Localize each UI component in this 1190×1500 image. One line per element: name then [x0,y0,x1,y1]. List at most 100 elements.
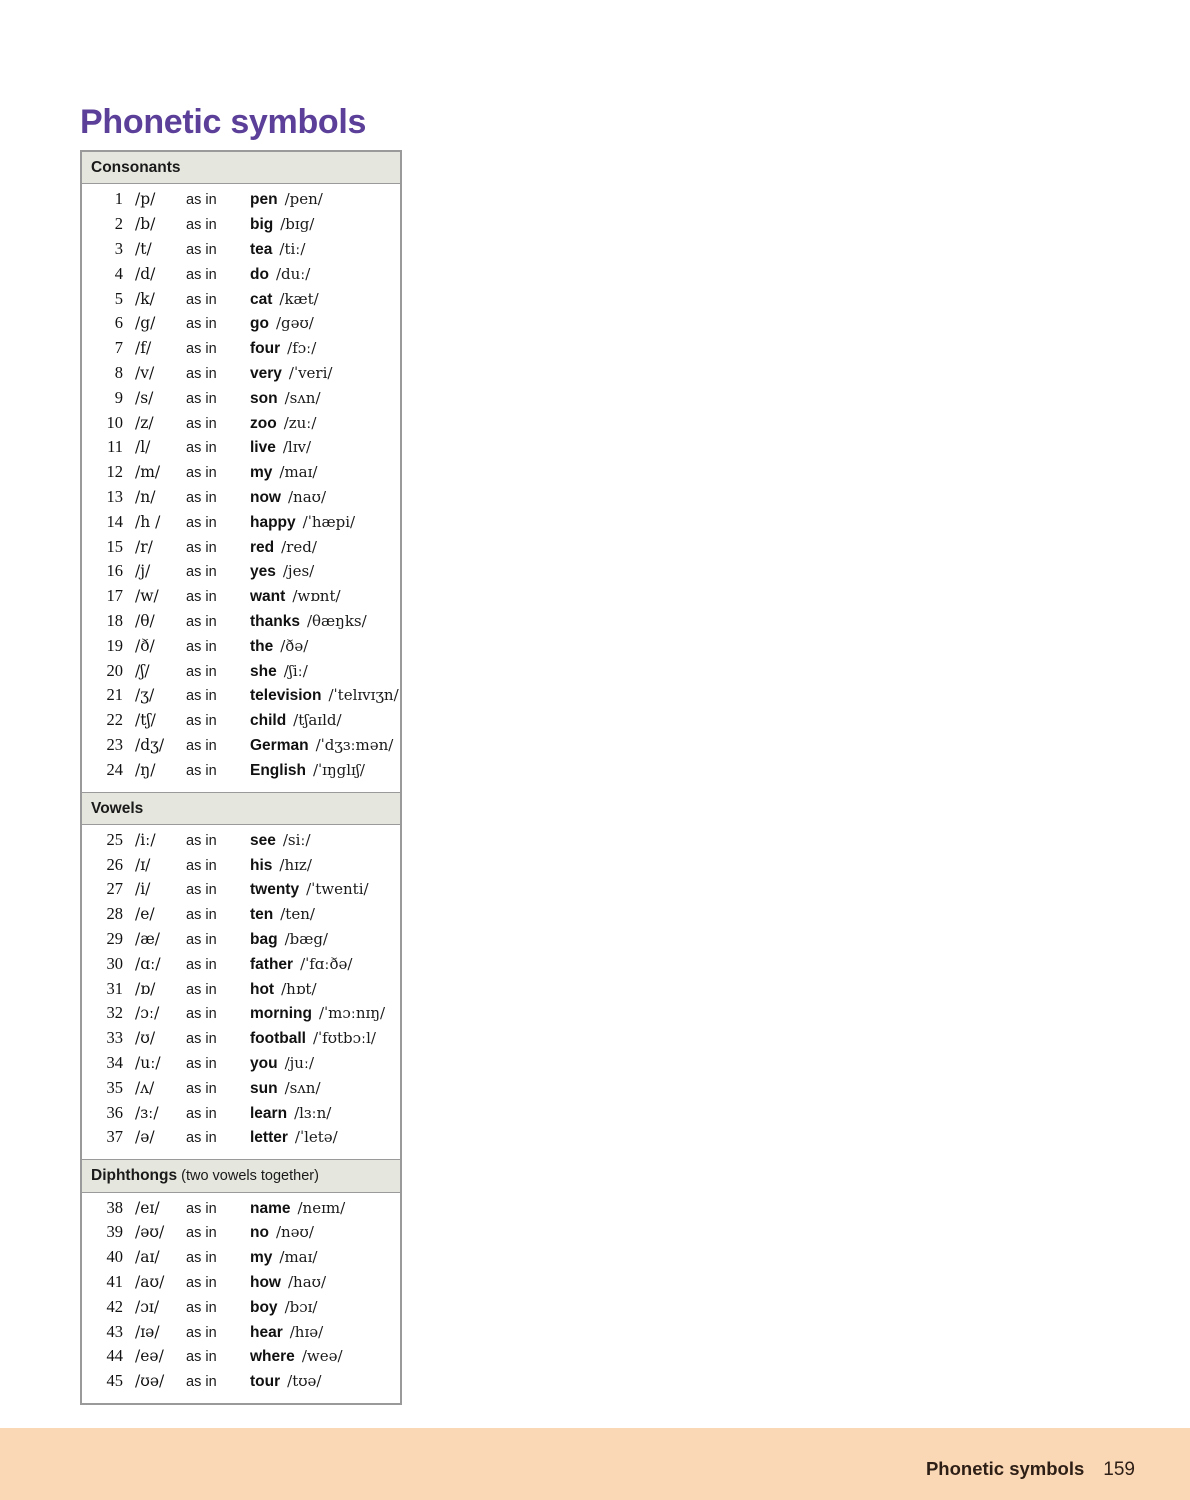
row-as-in: as in [186,564,217,581]
row-word: his [250,856,273,874]
row-symbol: /v/ [135,363,155,382]
table-row: 24/ŋ/as in English/ˈɪŋglɪʃ/ [82,760,400,785]
row-number: 22 [106,710,124,730]
row-as-in: as in [186,832,217,849]
row-word: name [250,1199,291,1217]
row-word: boy [250,1298,278,1316]
row-word: hot [250,980,275,998]
row-ipa: /pen/ [284,190,323,209]
row-ipa: /ʃiː/ [283,661,308,680]
row-number: 42 [106,1296,124,1316]
row-ipa: /fɔː/ [287,339,317,358]
row-as-in: as in [186,613,217,630]
row-ipa: /haʊ/ [288,1273,327,1291]
table-row: 25/iː/as in see/siː/ [82,830,400,855]
row-as-in: as in [186,489,217,506]
row-word: learn [250,1104,288,1122]
row-symbol: /f/ [135,339,152,358]
table-row: 20/ʃ/as in she/ʃiː/ [82,661,400,686]
row-number: 13 [106,486,124,506]
row-symbol: /z/ [135,413,154,432]
row-ipa: /θæŋks/ [306,611,367,630]
row-number: 32 [106,1003,124,1023]
table-row: 31/ɒ/as in hot/hɒt/ [82,979,400,1004]
row-symbol: /eɪ/ [135,1198,160,1217]
row-ipa: /ˈletə/ [294,1128,338,1147]
row-number: 26 [106,854,124,874]
table-row: 34/uː/as in you/juː/ [82,1053,400,1078]
row-ipa: /nəʊ/ [275,1223,314,1242]
row-ipa: /wɒnt/ [292,587,341,606]
table-row: 37/ə/as in letter/ˈletə/ [82,1127,400,1152]
table-row: 4/d/as in do/duː/ [82,264,400,289]
row-word: father [250,955,294,973]
table-row: 6/g/as in go/gəʊ/ [82,313,400,338]
row-ipa: /jes/ [282,562,315,581]
row-symbol: /ʊə/ [135,1372,165,1391]
row-word: football [250,1030,306,1048]
row-number: 43 [106,1321,124,1341]
row-as-in: as in [186,1080,217,1097]
table-row: 14/h / as in happy/ˈhæpi/ [82,512,400,537]
row-number: 18 [106,610,124,630]
row-word: red [250,538,275,556]
row-as-in: as in [186,713,217,730]
table-row: 5/k/as in cat/kæt/ [82,289,400,314]
row-symbol: /ŋ/ [135,760,156,779]
table-row: 9/s/as in son/sʌn/ [82,388,400,413]
row-number: 10 [106,412,124,432]
table-row: 13/n/as in now/naʊ/ [82,487,400,512]
row-number: 3 [114,238,123,258]
row-ipa: /neɪm/ [297,1198,346,1217]
row-symbol: /j/ [135,562,151,581]
row-word: ten [250,906,274,924]
row-symbol: /s/ [135,388,154,407]
row-symbol: /k/ [135,289,155,308]
row-symbol: /ɒ/ [135,979,156,998]
row-as-in: as in [186,1006,217,1023]
row-symbol: /d/ [135,264,156,283]
row-symbol: /ɔɪ/ [135,1297,160,1316]
row-as-in: as in [186,390,217,407]
row-ipa: /maɪ/ [279,1248,318,1267]
row-word: she [250,662,277,680]
row-number: 36 [106,1102,124,1122]
row-symbol: /l/ [135,438,151,457]
row-number: 11 [107,437,123,457]
row-word: child [250,712,287,730]
row-ipa: /kæt/ [279,289,319,308]
row-word: pen [250,191,278,209]
table-row: 12/m/as in my/maɪ/ [82,462,400,487]
row-as-in: as in [186,1275,217,1291]
row-word: happy [250,513,296,531]
row-ipa: /ˈfʊtbɔːl/ [312,1029,376,1048]
table-row: 38/eɪ/as in name/neɪm/ [82,1198,400,1223]
row-number: 33 [106,1028,124,1048]
row-number: 35 [106,1077,124,1097]
row-word: the [250,637,274,655]
row-number: 39 [106,1222,124,1242]
table-row: 27/i/as in twenty/ˈtwenti/ [82,879,400,904]
row-as-in: as in [186,932,217,949]
row-number: 6 [114,313,123,333]
row-as-in: as in [186,1031,217,1048]
row-ipa: /ˈɪŋglɪʃ/ [312,760,365,779]
row-symbol: /t/ [135,239,152,258]
row-word: do [250,265,269,283]
row-ipa: /ˈveri/ [288,363,333,382]
row-as-in: as in [186,1130,217,1147]
row-word: four [250,340,281,358]
row-number: 7 [114,338,123,358]
footer-page-number: 159 [1103,1459,1135,1480]
row-symbol: /w/ [135,587,159,606]
table-row: 40/aɪ/as in my/maɪ/ [82,1247,400,1272]
row-as-in: as in [186,415,217,432]
row-word: very [250,364,282,382]
row-ipa: /maɪ/ [279,463,318,482]
row-word: German [250,736,309,754]
row-ipa: /zuː/ [283,413,317,432]
row-symbol: /æ/ [135,930,161,949]
table-row: 45/ʊə/as in tour/tʊə/ [82,1371,400,1396]
row-as-in: as in [186,1200,217,1217]
row-number: 16 [106,561,124,581]
